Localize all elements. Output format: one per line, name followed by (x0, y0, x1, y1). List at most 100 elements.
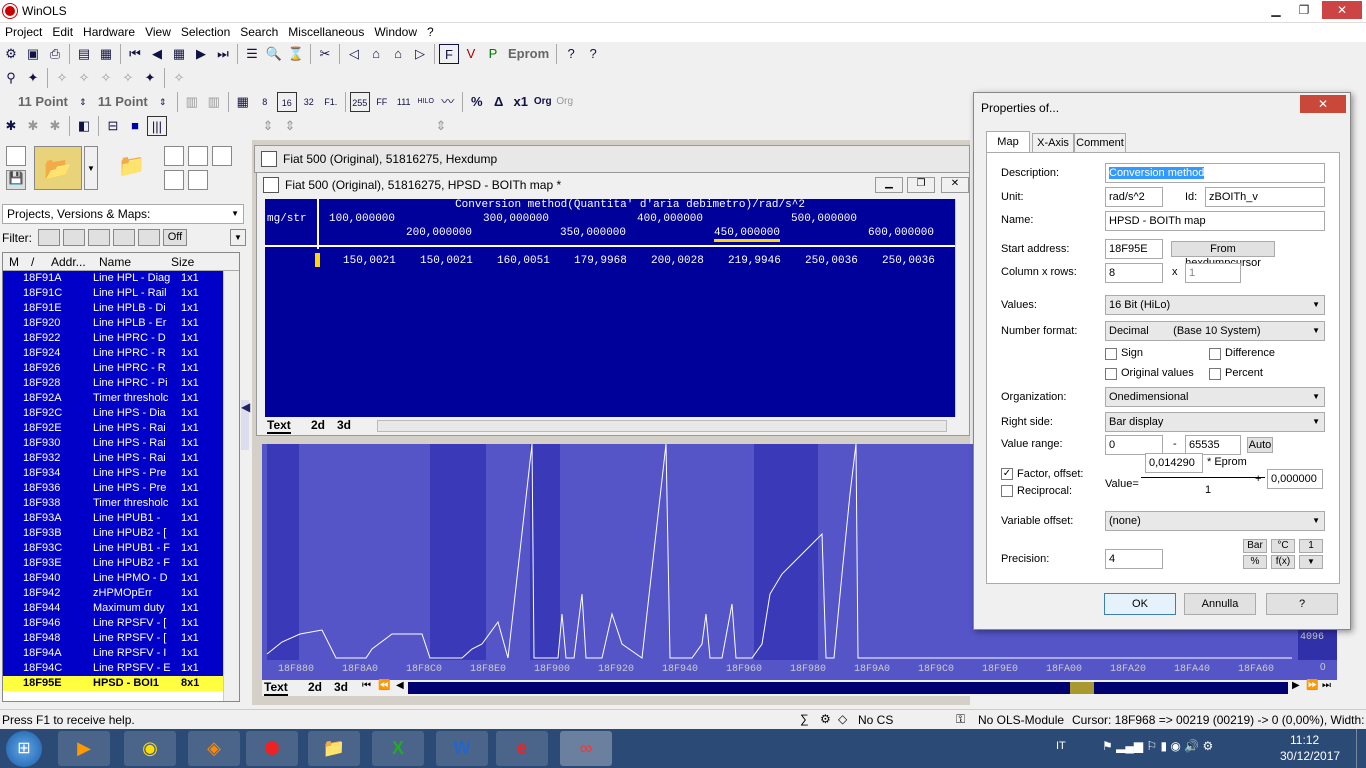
offset-input[interactable]: 0,000000 (1267, 469, 1323, 489)
map-value-2[interactable]: 160,0051 (497, 255, 550, 267)
map-hscroll[interactable] (377, 420, 947, 432)
id-input[interactable]: zBOITh_v (1205, 187, 1325, 207)
bar-button[interactable]: Bar (1243, 539, 1267, 553)
graph-tab-3d[interactable]: 3d (334, 680, 348, 694)
home2-icon[interactable]: ⌂ (388, 44, 408, 64)
graph-prev-icon[interactable]: ⏪ (378, 680, 390, 691)
tool6-icon[interactable]: ✧ (169, 68, 189, 88)
bits-16[interactable]: 16 (276, 92, 297, 112)
list-item[interactable]: 18F934 Line HPS - Pre 1x1 (3, 466, 223, 481)
col-slash[interactable]: / (31, 255, 34, 269)
filter-3-icon[interactable] (88, 229, 110, 246)
filter-off-button[interactable]: Off (163, 229, 187, 246)
grid-icon[interactable]: ▦ (96, 44, 116, 64)
square-icon[interactable]: ■ (125, 116, 145, 136)
ok-button[interactable]: OK (1104, 593, 1176, 615)
more-button[interactable]: ▼ (1299, 555, 1323, 569)
tools-icon[interactable]: ✂ (315, 44, 335, 64)
col-m[interactable]: M (9, 255, 19, 269)
list-item[interactable]: 18F930 Line HPS - Rai 1x1 (3, 436, 223, 451)
menu-hardware[interactable]: Hardware (78, 23, 140, 41)
app-orange-icon[interactable]: ◈ (188, 731, 240, 766)
list-item[interactable]: 18F93E Line HPUB2 - F 1x1 (3, 556, 223, 571)
one-button[interactable]: 1 (1299, 539, 1323, 553)
map-value-0[interactable]: 150,0021 (343, 255, 396, 267)
menu-window[interactable]: Window (369, 23, 422, 41)
menu-misc[interactable]: Miscellaneous (283, 23, 369, 41)
magic-icon[interactable]: ✱ (23, 116, 43, 136)
hex-btn[interactable]: FF (372, 92, 392, 112)
chip-icon[interactable]: ▣ (23, 44, 43, 64)
list-scrollbar[interactable] (223, 271, 239, 701)
cancel-button[interactable]: Annulla (1184, 593, 1256, 615)
org-btn[interactable]: Org (533, 92, 553, 112)
language-indicator[interactable]: IT (1056, 740, 1066, 752)
rows-input[interactable]: 1 (1185, 263, 1241, 283)
minimize-button[interactable]: ▁ (1262, 1, 1290, 19)
delta-btn[interactable]: Δ (489, 92, 509, 112)
tool-icon[interactable] (188, 146, 208, 166)
bin-btn[interactable]: 111 (394, 92, 414, 112)
wand-icon[interactable]: ✦ (23, 68, 43, 88)
settings-icon[interactable]: ⚙ (1, 44, 21, 64)
v-icon[interactable]: V (461, 44, 481, 64)
projects-dropdown[interactable]: Projects, Versions & Maps: ▼ (2, 204, 244, 224)
app-red-icon[interactable]: ⬢ (246, 731, 298, 766)
excel-icon[interactable]: X (372, 731, 424, 766)
percent-btn[interactable]: % (467, 92, 487, 112)
show-desktop-button[interactable] (1356, 729, 1366, 768)
auto-button[interactable]: Auto (1247, 437, 1273, 453)
filter-5-icon[interactable] (138, 229, 160, 246)
tab-map[interactable]: Map (986, 131, 1030, 153)
celsius-button[interactable]: °C (1271, 539, 1295, 553)
list-item[interactable]: 18F936 Line HPS - Pre 1x1 (3, 481, 223, 496)
factor-offset-checkbox[interactable]: ✓ (1001, 468, 1013, 480)
list-item[interactable]: 18F928 Line HPRC - Pi 1x1 (3, 376, 223, 391)
percent-checkbox[interactable] (1209, 368, 1221, 380)
cols2-icon[interactable]: ▥ (204, 92, 224, 112)
map-vscroll[interactable] (955, 199, 969, 417)
number-format-select[interactable]: Decimal (Base 10 System) (1105, 321, 1325, 341)
map-value-4[interactable]: 200,0028 (651, 255, 704, 267)
list-item[interactable]: 18F938 Timer thresholc 1x1 (3, 496, 223, 511)
description-input[interactable]: Conversion method (1105, 163, 1325, 183)
variable-offset-select[interactable]: (none) (1105, 511, 1325, 531)
export-icon[interactable] (164, 170, 184, 190)
graph-overview-scroll[interactable] (408, 682, 1288, 694)
graph-left-icon[interactable]: ◀ (396, 680, 404, 691)
map-maximize-button[interactable]: ❐ (907, 177, 935, 193)
forward-icon[interactable]: ▷ (410, 44, 430, 64)
list-item[interactable]: 18F92A Timer thresholc 1x1 (3, 391, 223, 406)
list-item[interactable]: 18F948 Line RPSFV - [1x1 (3, 631, 223, 646)
list-item[interactable]: 18F922 Line HPRC - D 1x1 (3, 331, 223, 346)
graph-first-icon[interactable]: ⏮ (362, 680, 371, 691)
f-icon[interactable]: F (439, 44, 459, 64)
list-item[interactable]: 18F91C Line HPL - Rail 1x1 (3, 286, 223, 301)
table-icon[interactable]: ▦ (169, 44, 189, 64)
next-icon[interactable]: ▶ (191, 44, 211, 64)
map-value-5[interactable]: 219,9946 (728, 255, 781, 267)
unit-input[interactable]: rad/s^2 (1105, 187, 1163, 207)
factor-input[interactable]: 0,014290 (1145, 453, 1203, 473)
list-item[interactable]: 18F946 Line RPSFV - [1x1 (3, 616, 223, 631)
tab-comment[interactable]: Comment (1074, 133, 1126, 153)
map-value-6[interactable]: 250,0036 (805, 255, 858, 267)
menu-search[interactable]: Search (235, 23, 283, 41)
hexdump-window[interactable]: Fiat 500 (Original), 51816275, Hexdump (254, 145, 970, 173)
x1-btn[interactable]: x1 (511, 92, 531, 112)
find-icon[interactable]: 🔍 (264, 44, 284, 64)
filter-dropdown-icon[interactable]: ▼ (230, 229, 246, 246)
list-item[interactable]: 18F93C Line HPUB1 - F 1x1 (3, 541, 223, 556)
zoom-icon[interactable]: ✱ (1, 116, 21, 136)
media-player-icon[interactable]: ▶ (58, 731, 110, 766)
list-item[interactable]: 18F93B Line HPUB2 - [1x1 (3, 526, 223, 541)
sign-checkbox[interactable] (1105, 348, 1117, 360)
spin-c-icon[interactable]: ⇕ (258, 116, 278, 136)
list-item[interactable]: 18F944 Maximum duty 1x1 (3, 601, 223, 616)
split-icon[interactable]: ⊟ (103, 116, 123, 136)
list-item[interactable]: 18F92E Line HPS - Rai 1x1 (3, 421, 223, 436)
list-item[interactable]: 18F924 Line HPRC - R 1x1 (3, 346, 223, 361)
back-icon[interactable]: ◁ (344, 44, 364, 64)
winols-task-icon[interactable]: ∞ (560, 731, 612, 766)
help-button[interactable]: ? (1266, 593, 1338, 615)
